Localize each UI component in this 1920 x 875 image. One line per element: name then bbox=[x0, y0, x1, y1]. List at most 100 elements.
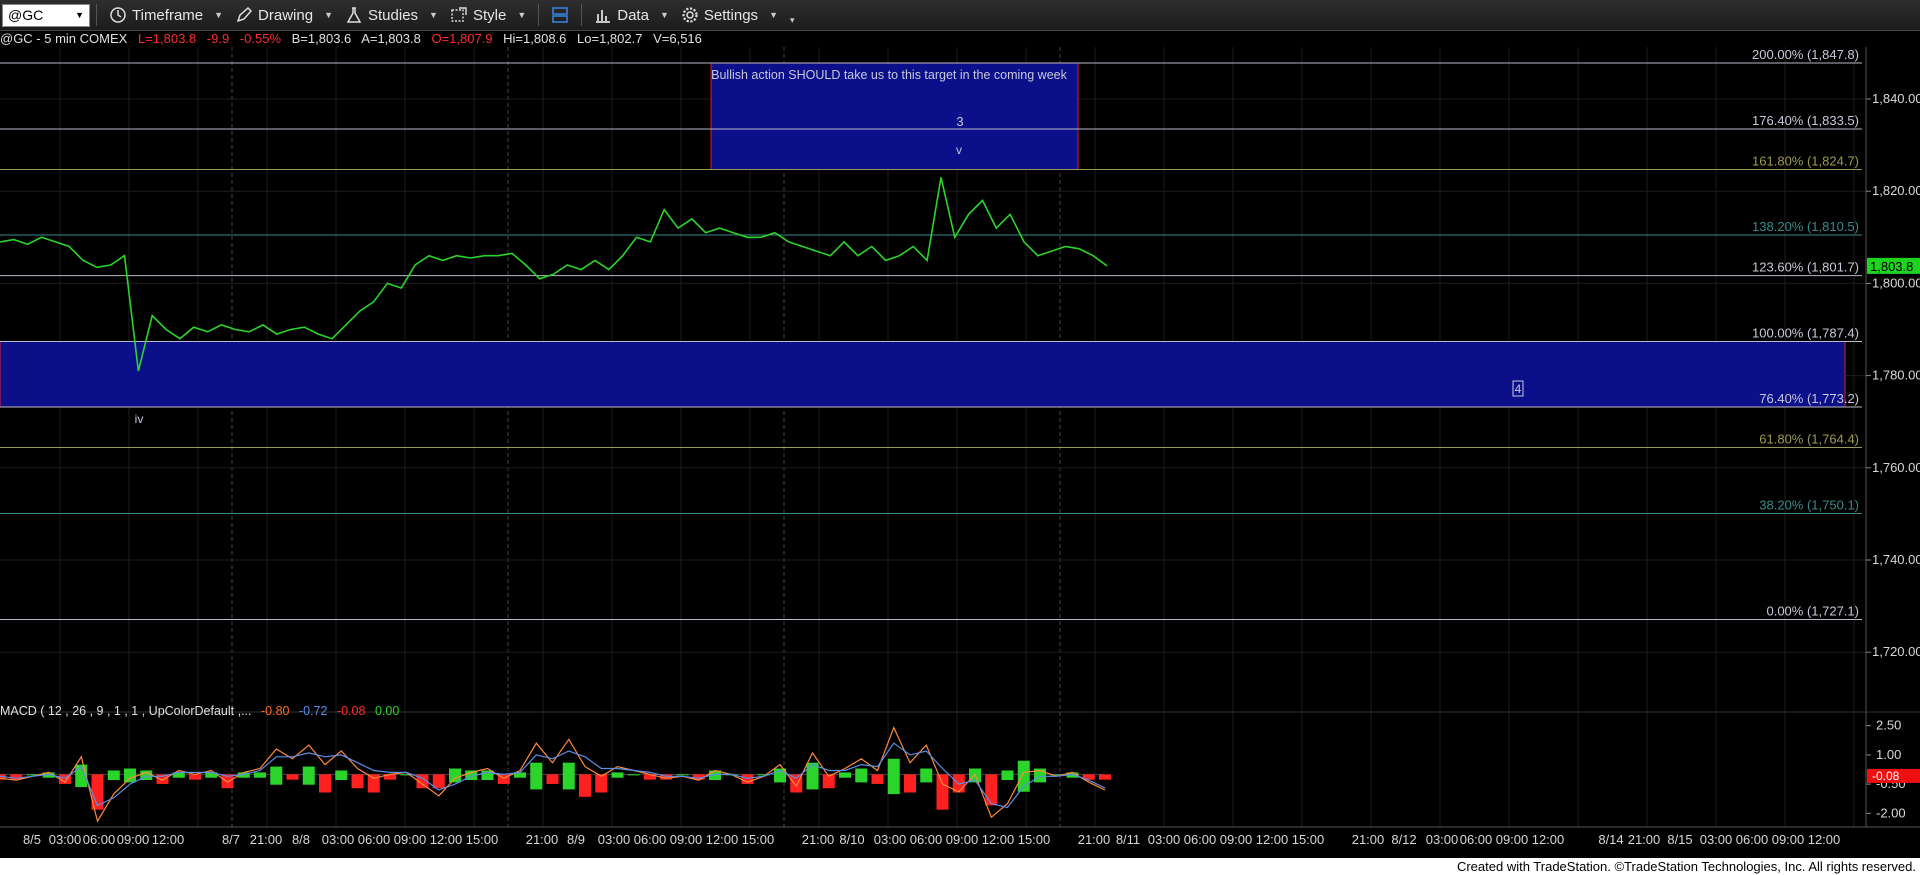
fib-label: 61.80% (1,764.4) bbox=[1759, 432, 1859, 447]
macd-diff-value: -0.08 bbox=[336, 704, 366, 718]
bar-chart-icon bbox=[594, 6, 612, 24]
net-change-pct: -0.55% bbox=[239, 31, 282, 46]
macd-legend: MACD ( 12 , 26 , 9 , 1 , 1 , UpColorDefa… bbox=[0, 704, 405, 718]
target-note: Bullish action SHOULD take us to this ta… bbox=[711, 68, 1067, 82]
time-tick-label: 8/8 bbox=[292, 832, 310, 847]
gear-icon bbox=[681, 6, 699, 24]
data-label: Data bbox=[617, 6, 649, 24]
macd-histogram-bar bbox=[676, 774, 689, 776]
macd-histogram-bar bbox=[546, 774, 559, 784]
macd-histogram-bar bbox=[904, 774, 916, 793]
price-tick-label: 1,740.00 bbox=[1872, 552, 1920, 567]
macd-histogram-bar bbox=[1099, 774, 1111, 780]
fib-label: 0.00% (1,727.1) bbox=[1766, 603, 1859, 618]
macd-current-label: -0.08 bbox=[1872, 769, 1900, 783]
macd-histogram-bar bbox=[351, 774, 364, 789]
macd-study-label: MACD ( 12 , 26 , 9 , 1 , 1 , UpColorDefa… bbox=[0, 704, 252, 718]
time-axis[interactable]: 8/5 03:00 06:00 09:00 12:00 8/7 21:00 8/8 03:00 0… bbox=[0, 826, 1920, 847]
time-tick-label: 8/5 bbox=[23, 832, 41, 847]
high-price: Hi=1,808.6 bbox=[503, 31, 567, 46]
time-tick-label: 12:00 bbox=[1532, 832, 1565, 847]
time-tick-label: 21:00 bbox=[250, 832, 283, 847]
macd-zero-value: 0.00 bbox=[374, 704, 400, 718]
window-layout-icon bbox=[551, 6, 569, 24]
time-tick-label: 12:00 bbox=[430, 832, 463, 847]
macd-histogram-bar bbox=[530, 762, 543, 790]
price-axis[interactable]: 1,840.00 1,820.00 1,800.00 1,780.00 1,760.00… bbox=[1865, 47, 1920, 827]
macd-histogram-bar bbox=[107, 770, 120, 781]
pencil-icon bbox=[235, 6, 253, 24]
time-tick-label: 21:00 bbox=[1628, 832, 1661, 847]
time-tick-label: 8/11 bbox=[1116, 832, 1140, 847]
macd-histogram-bar bbox=[627, 774, 640, 776]
chevron-down-icon: ▼ bbox=[429, 10, 438, 20]
time-tick-label: 21:00 bbox=[1078, 832, 1111, 847]
timeframe-button[interactable]: Timeframe ▼ bbox=[103, 2, 229, 28]
toolbar-overflow-button[interactable]: ▾ bbox=[784, 2, 801, 28]
chevron-down-icon: ▼ bbox=[517, 10, 527, 20]
macd-avg-value: -0.72 bbox=[298, 704, 328, 718]
fib-label: 123.60% (1,801.7) bbox=[1752, 260, 1859, 275]
time-tick-label: 09:00 bbox=[117, 832, 150, 847]
time-tick-label: 21:00 bbox=[1352, 832, 1385, 847]
time-tick-label: 09:00 bbox=[1220, 832, 1253, 847]
fib-label: 38.20% (1,750.1) bbox=[1759, 497, 1859, 512]
wave-label-iv: iv bbox=[135, 412, 144, 426]
time-tick-label: 06:00 bbox=[1460, 832, 1493, 847]
fib-label: 138.20% (1,810.5) bbox=[1752, 219, 1859, 234]
symbol-input[interactable]: @GC ▼ bbox=[2, 3, 90, 27]
wave-label-3: 3 bbox=[956, 114, 963, 129]
macd-histogram-bar bbox=[871, 774, 884, 784]
macd-panel: 2.501.00-0.50-2.00-0.08 bbox=[0, 711, 1920, 827]
style-button[interactable]: Style ▼ bbox=[444, 2, 532, 28]
time-tick-label: 15:00 bbox=[1018, 832, 1051, 847]
time-tick-label: 8/14 bbox=[1598, 832, 1623, 847]
time-tick-label: 06:00 bbox=[1184, 832, 1217, 847]
timeframe-label: Timeframe bbox=[132, 6, 204, 24]
flask-icon bbox=[345, 6, 363, 24]
macd-histogram-bar bbox=[319, 774, 331, 793]
time-tick-label: 09:00 bbox=[670, 832, 703, 847]
macd-histogram-bar bbox=[920, 768, 933, 783]
window-layout-button[interactable] bbox=[545, 2, 575, 28]
data-button[interactable]: Data ▼ bbox=[588, 2, 675, 28]
time-tick-label: 8/12 bbox=[1391, 832, 1416, 847]
instrument-label: @GC - 5 min COMEX bbox=[0, 31, 128, 46]
fib-label: 100.00% (1,787.4) bbox=[1752, 325, 1859, 340]
time-tick-label: 21:00 bbox=[526, 832, 559, 847]
price-tick-label: 1,760.00 bbox=[1872, 460, 1920, 475]
price-tick-label: 1,720.00 bbox=[1872, 644, 1920, 659]
open-price: O=1,807.9 bbox=[431, 31, 493, 46]
time-tick-label: 03:00 bbox=[598, 832, 631, 847]
settings-button[interactable]: Settings ▼ bbox=[675, 2, 784, 28]
toolbar-divider bbox=[96, 4, 97, 26]
drawing-button[interactable]: Drawing ▼ bbox=[229, 2, 339, 28]
macd-histogram-bar bbox=[579, 774, 591, 797]
time-tick-label: 03:00 bbox=[874, 832, 907, 847]
time-tick-label: 12:00 bbox=[1808, 832, 1841, 847]
macd-histogram-bar bbox=[286, 774, 299, 780]
studies-button[interactable]: Studies ▼ bbox=[339, 2, 444, 28]
price-chart[interactable]: 200.00% (1,847.8) 176.40% (1,833.5) 161.80… bbox=[0, 47, 1920, 858]
macd-histogram-bar bbox=[855, 768, 868, 783]
support-zone bbox=[0, 340, 1846, 408]
last-price: L=1,803.8 bbox=[137, 31, 197, 46]
low-price: Lo=1,802.7 bbox=[577, 31, 643, 46]
volume: V=6,516 bbox=[653, 31, 702, 46]
time-tick-label: 8/10 bbox=[839, 832, 864, 847]
time-tick-label: 8/15 bbox=[1667, 832, 1692, 847]
time-tick-label: 15:00 bbox=[466, 832, 499, 847]
macd-histogram-bar bbox=[985, 774, 998, 806]
toolbar: @GC ▼ Timeframe ▼ Drawing ▼ Studies ▼ St… bbox=[0, 0, 1920, 31]
time-tick-label: 09:00 bbox=[1496, 832, 1529, 847]
price-tick-label: 1,780.00 bbox=[1872, 368, 1920, 383]
macd-tick-label: 1.00 bbox=[1876, 747, 1901, 762]
toolbar-divider bbox=[581, 4, 583, 26]
time-tick-label: 12:00 bbox=[1256, 832, 1289, 847]
macd-histogram-bar bbox=[270, 766, 283, 785]
macd-histogram-bar bbox=[936, 774, 949, 810]
time-tick-label: 21:00 bbox=[802, 832, 835, 847]
time-tick-label: 09:00 bbox=[1772, 832, 1805, 847]
wave-label-4: 4 bbox=[1515, 382, 1522, 396]
last-price-label: 1,803.8 bbox=[1870, 259, 1913, 274]
